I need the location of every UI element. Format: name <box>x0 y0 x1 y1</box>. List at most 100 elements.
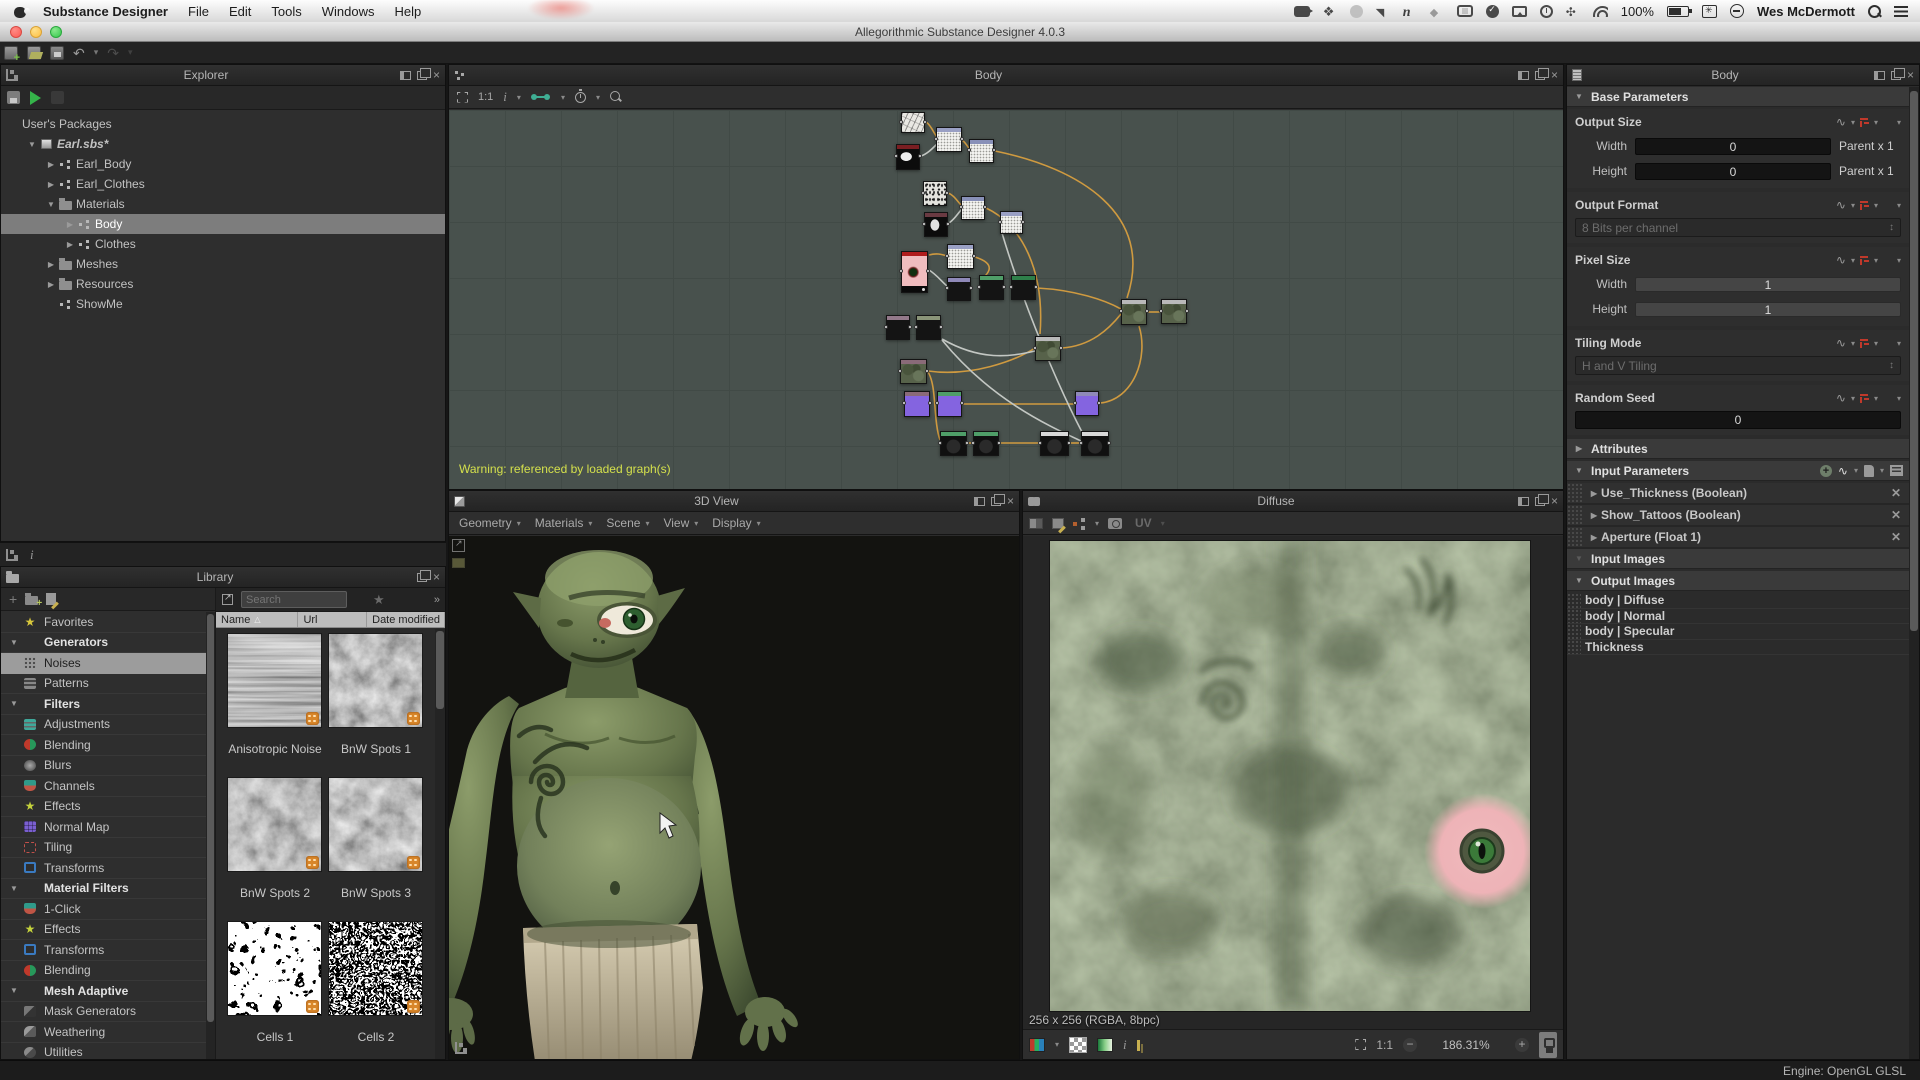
expander-icon[interactable]: ▼ <box>7 884 21 893</box>
undo-button[interactable]: ↶ <box>73 46 85 60</box>
histogram-icon[interactable] <box>1137 1039 1153 1051</box>
diffuse-header[interactable]: Diffuse × <box>1023 491 1563 512</box>
zoom-level[interactable]: 186.31% <box>1427 1038 1505 1052</box>
chevron-down-icon[interactable]: ▾ <box>1851 339 1855 348</box>
graph-node-15[interactable] <box>900 359 927 384</box>
graph-node-20[interactable] <box>937 391 962 417</box>
gradient-icon[interactable] <box>1097 1038 1113 1052</box>
chevron-down-icon[interactable]: ▾ <box>1897 201 1901 210</box>
float-icon[interactable] <box>417 71 427 80</box>
chevron-down-icon[interactable]: ▾ <box>1874 339 1878 348</box>
drag-handle[interactable] <box>1567 640 1581 655</box>
bird-icon[interactable] <box>1376 4 1390 18</box>
note-caret[interactable]: ▾ <box>1880 466 1884 475</box>
library-item-channels[interactable]: Channels <box>1 776 206 797</box>
export-icon[interactable] <box>222 594 233 605</box>
menu-edit[interactable]: Edit <box>229 4 251 19</box>
snapshot-icon[interactable] <box>1108 518 1122 529</box>
zoom-window-button[interactable] <box>50 26 62 38</box>
expander-icon[interactable]: ▶ <box>1587 533 1601 542</box>
open-package-button[interactable] <box>27 46 41 60</box>
close-icon[interactable]: × <box>1551 496 1558 506</box>
float-icon[interactable] <box>1535 71 1545 80</box>
zoom-in-button[interactable]: + <box>1515 1038 1529 1052</box>
3d-menu-scene[interactable]: Scene▾ <box>606 516 649 530</box>
timer-caret[interactable]: ▾ <box>596 93 600 102</box>
library-item-effects[interactable]: ★Effects <box>1 920 206 941</box>
edit-library-icon[interactable] <box>46 593 56 605</box>
function-curve-icon[interactable]: ∿ <box>1836 253 1846 267</box>
dock-icon[interactable] <box>400 71 411 80</box>
redo-dropdown-caret[interactable]: ▾ <box>128 47 133 58</box>
library-tree-scrollbar[interactable] <box>206 612 215 1059</box>
info-icon[interactable]: i <box>30 547 34 563</box>
dock-icon[interactable] <box>1874 71 1885 80</box>
channels-caret[interactable]: ▾ <box>1055 1040 1059 1049</box>
library-item-tiling[interactable]: Tiling <box>1 838 206 859</box>
dock-icon[interactable] <box>1518 71 1529 80</box>
output-image-body-normal[interactable]: body | Normal <box>1567 609 1909 625</box>
float-icon[interactable] <box>417 573 427 582</box>
search-input[interactable] <box>241 591 347 608</box>
edit-image-icon[interactable] <box>1052 518 1064 529</box>
expander-icon[interactable]: ▶ <box>1587 489 1601 498</box>
do-not-disturb-icon[interactable] <box>1730 4 1744 18</box>
expose-parameter-icon[interactable] <box>1860 118 1869 127</box>
add-library-icon[interactable]: + <box>9 591 17 607</box>
spotlight-search-icon[interactable] <box>1868 5 1881 18</box>
library-resource-bnw-spots-1[interactable]: BnW Spots 1 <box>328 633 425 777</box>
library-resource-cells-1[interactable]: Cells 1 <box>227 921 324 1059</box>
float-icon[interactable] <box>1535 497 1545 506</box>
library-item-mask-generators[interactable]: Mask Generators <box>1 1002 206 1023</box>
library-item-blurs[interactable]: Blurs <box>1 756 206 777</box>
graph-node-4[interactable] <box>923 181 947 206</box>
checkmark-icon[interactable] <box>1486 5 1499 18</box>
expose-parameter-icon[interactable] <box>1860 339 1869 348</box>
library-resource-anisotropic-noise[interactable]: Anisotropic Noise <box>227 633 324 777</box>
3d-menu-display[interactable]: Display▾ <box>712 516 760 530</box>
library-item-weathering[interactable]: Weathering <box>1 1022 206 1043</box>
compass-icon[interactable] <box>1566 4 1580 18</box>
add-folder-icon[interactable] <box>25 596 38 605</box>
list-icon[interactable] <box>1890 465 1903 476</box>
3d-viewport[interactable] <box>449 536 1019 1059</box>
library-item-blending[interactable]: Blending <box>1 961 206 982</box>
chevron-down-icon[interactable]: ▾ <box>1897 256 1901 265</box>
expander-icon[interactable]: ▶ <box>45 260 57 269</box>
menu-help[interactable]: Help <box>394 4 421 19</box>
drag-handle[interactable] <box>1567 609 1581 624</box>
channels-icon[interactable] <box>1029 1038 1045 1052</box>
dock-icon[interactable] <box>1518 497 1529 506</box>
output-size-height-input[interactable]: 0 <box>1635 163 1831 180</box>
menu-tools[interactable]: Tools <box>271 4 301 19</box>
library-item-blending[interactable]: Blending <box>1 735 206 756</box>
menu-windows[interactable]: Windows <box>322 4 375 19</box>
explorer-item-user-s-packages[interactable]: User's Packages <box>1 114 445 134</box>
graph-node-7[interactable] <box>1000 211 1023 234</box>
drag-handle[interactable] <box>1567 527 1583 547</box>
drag-handle[interactable] <box>1567 483 1583 503</box>
graph-canvas[interactable]: Warning: referenced by loaded graph(s) <box>449 110 1563 489</box>
info-icon[interactable]: i <box>1123 1037 1127 1053</box>
input-parameter-use-thickness-boolean-[interactable]: ▶Use_Thickness (Boolean)✕ <box>1567 483 1909 505</box>
library-item-favorites[interactable]: ★Favorites <box>1 612 206 633</box>
zoom-out-button[interactable]: − <box>1403 1038 1417 1052</box>
library-item-effects[interactable]: ★Effects <box>1 797 206 818</box>
function-curve-icon[interactable]: ∿ <box>1836 336 1846 350</box>
chevron-down-icon[interactable]: ▾ <box>1874 394 1878 403</box>
explorer-item-earl-body[interactable]: ▶Earl_Body <box>1 154 445 174</box>
explorer-item-resources[interactable]: ▶Resources <box>1 274 445 294</box>
note-icon[interactable] <box>1864 465 1874 477</box>
explorer-item-earl-sbs-[interactable]: ▼Earl.sbs* <box>1 134 445 154</box>
delete-parameter-button[interactable]: ✕ <box>1891 486 1901 500</box>
info-caret[interactable]: ▾ <box>517 93 521 102</box>
expander-icon[interactable]: ▶ <box>45 180 57 189</box>
graph-node-8[interactable] <box>901 251 928 293</box>
graph-node-22[interactable] <box>940 431 967 456</box>
graph-node-17[interactable] <box>1121 299 1147 325</box>
scene-tree-icon[interactable] <box>455 1042 467 1054</box>
add-parameter-button[interactable]: + <box>1820 465 1832 477</box>
apple-menu-icon[interactable] <box>14 4 27 18</box>
function-curve-icon[interactable]: ∿ <box>1836 115 1846 129</box>
save-package-icon[interactable] <box>7 91 20 104</box>
